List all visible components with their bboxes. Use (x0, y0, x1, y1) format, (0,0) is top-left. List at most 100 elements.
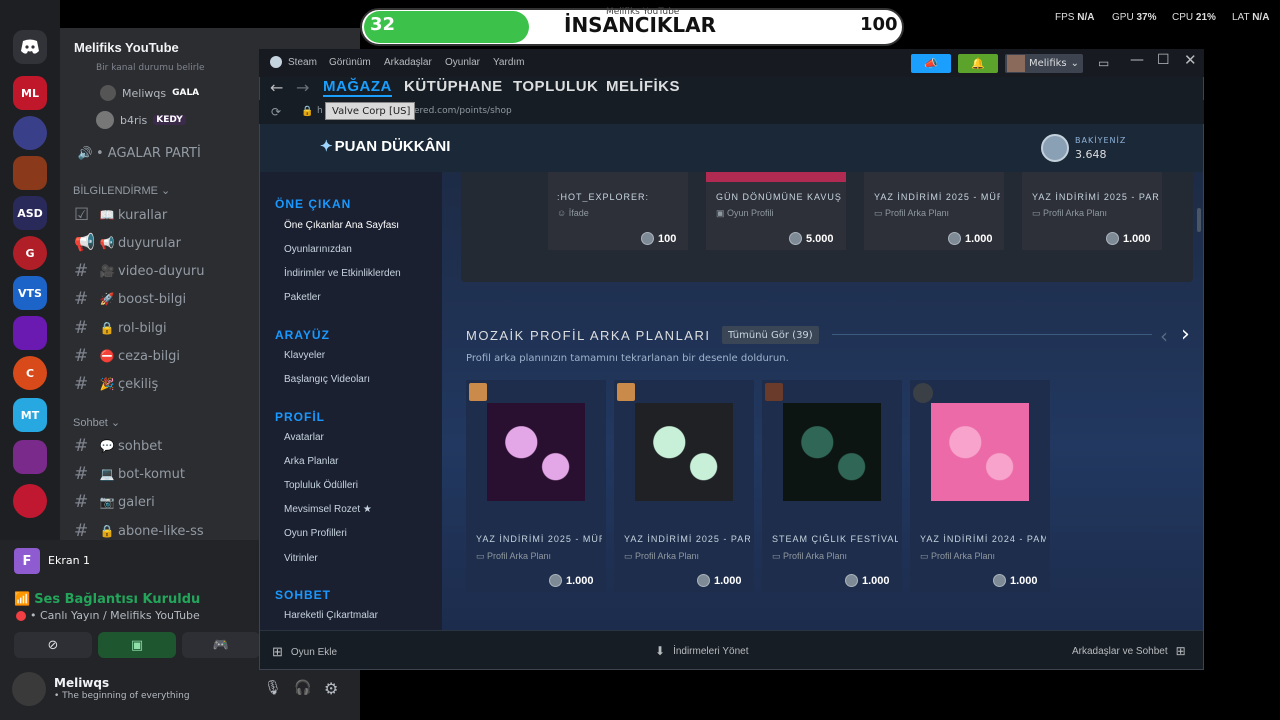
sidebar-item-featured-home[interactable]: Öne Çıkanlar Ana Sayfası (284, 220, 399, 231)
channel-bot-komut[interactable]: # 💻 bot-komut (74, 462, 185, 486)
headphones-icon[interactable]: 🎧 (294, 680, 311, 696)
sidebar-item-seasonal-badge[interactable]: Mevsimsel Rozet ★ (284, 504, 372, 515)
sidebar-item-showcases[interactable]: Vitrinler (284, 553, 318, 564)
server-icon-3[interactable] (13, 156, 47, 190)
channel-duyurular[interactable]: 📢 📢 duyurular (74, 231, 181, 255)
avatar[interactable] (12, 672, 46, 706)
category-bilgilendirme[interactable]: BİLGİLENDİRME ⌄ (73, 184, 170, 197)
carousel-prev-icon[interactable]: ‹ (1160, 324, 1168, 348)
server-icon-11[interactable] (13, 484, 47, 518)
channel-video-duyuru[interactable]: # 🎥 video-duyuru (74, 259, 204, 283)
voice-user-1[interactable]: Meliwqs GALA (100, 85, 199, 101)
microphone-icon[interactable]: 🎙 (264, 680, 282, 696)
scrollbar-thumb[interactable] (1197, 208, 1201, 232)
add-game-button[interactable]: ⊞ Oyun Ekle (272, 644, 337, 660)
section-title: MOZAİK PROFİL ARKA PLANLARI (466, 328, 711, 343)
channel-kurallar[interactable]: ☑ 📖 kurallar (74, 203, 167, 227)
sidebar-item-animated-stickers[interactable]: Hareketli Çıkartmalar (284, 610, 378, 621)
activity-button[interactable]: 🎮 (182, 632, 260, 658)
profile-icon: ▣ (716, 208, 725, 218)
menu-yardim[interactable]: Yardım (493, 57, 525, 68)
sidebar-item-game-profiles[interactable]: Oyun Profilleri (284, 528, 347, 539)
tab-profile[interactable]: MELİFİKS (606, 78, 680, 95)
background-icon: ▭ (920, 551, 929, 561)
menu-steam[interactable]: Steam (288, 57, 317, 68)
voice-user-2[interactable]: b4ris KEDY (96, 111, 186, 129)
channel-sohbet[interactable]: # 💬 sohbet (74, 434, 162, 458)
screen-label[interactable]: Ekran 1 (48, 554, 90, 567)
sidebar-item-sales-events[interactable]: İndirimler ve Etkinliklerden (284, 268, 401, 279)
notifications-button[interactable]: 🔔 (958, 54, 998, 73)
top-item-price: 1.000 (948, 232, 993, 245)
carousel-next-icon[interactable]: › (1181, 322, 1190, 347)
sidebar-item-avatars[interactable]: Avatarlar (284, 432, 324, 443)
menu-gorunum[interactable]: Görünüm (329, 57, 371, 68)
server-icon-vts[interactable]: VTS (13, 276, 47, 310)
speaker-icon: 🔊 (77, 146, 93, 160)
user-badge: GALA (172, 88, 200, 98)
channel-galeri[interactable]: # 📷 galeri (74, 490, 155, 514)
voice-channel-agalar[interactable]: 🔊 • AGALAR PARTİ (74, 141, 201, 165)
tab-magaza[interactable]: MAĞAZA (323, 78, 392, 97)
announcements-button[interactable]: 📣 (911, 54, 951, 73)
discord-home-icon[interactable] (13, 30, 47, 64)
sidebar-item-bundles[interactable]: Paketler (284, 292, 321, 303)
server-icon-mt[interactable]: MT (13, 398, 47, 432)
item-price: 1.000 (697, 574, 742, 587)
maximize-icon[interactable]: ☐ (1157, 52, 1170, 68)
channel-ceza-bilgi[interactable]: # ⛔ ceza-bilgi (74, 344, 180, 368)
server-icon-8[interactable]: C (13, 356, 47, 390)
live-dot-icon (16, 610, 26, 621)
stat-cpu: CPU 21% (1172, 12, 1216, 23)
connection-status[interactable]: 📶 Ses Bağlantısı Kuruldu (14, 592, 200, 607)
no-entry-icon: ⛔ (99, 349, 115, 363)
stop-video-button[interactable]: ⊘ (14, 632, 92, 658)
menu-arkadaslar[interactable]: Arkadaşlar (384, 57, 432, 68)
sidebar-item-backgrounds[interactable]: Arka Planlar (284, 456, 338, 467)
menu-oyunlar[interactable]: Oyunlar (445, 57, 480, 68)
hash-icon: # (74, 261, 89, 281)
item-price: 1.000 (549, 574, 594, 587)
sidebar-item-startup-videos[interactable]: Başlangıç Videoları (284, 374, 370, 385)
channel-cekilis[interactable]: # 🎉 çekiliş (74, 372, 158, 396)
back-arrow-icon[interactable]: ← (270, 78, 283, 97)
reload-icon[interactable]: ⟳ (271, 105, 281, 119)
channel-boost-bilgi[interactable]: # 🚀 boost-bilgi (74, 287, 186, 311)
gear-icon[interactable]: ⚙ (324, 679, 338, 698)
forward-arrow-icon[interactable]: → (296, 78, 309, 97)
sidebar-item-keyboards[interactable]: Klavyeler (284, 350, 325, 361)
close-icon[interactable]: ✕ (1184, 51, 1197, 69)
tab-kutuphane[interactable]: KÜTÜPHANE (404, 78, 503, 95)
voice-status-text: Bir kanal durumu belirle (96, 63, 205, 73)
manage-downloads-button[interactable]: ⬇ İndirmeleri Yönet (655, 644, 748, 658)
item-name: YAZ İNDİRİMİ 2025 - MÜREKKEP (476, 534, 602, 544)
screen-share-button[interactable]: ▣ (98, 632, 176, 658)
avatar (1007, 55, 1025, 72)
shop-title[interactable]: ✦ PUAN DÜKKÂNI (320, 137, 450, 156)
sidebar-item-awards[interactable]: Topluluk Ödülleri (284, 480, 358, 491)
minimize-icon[interactable]: — (1130, 52, 1144, 68)
section-description: Profil arka planınızın tamamını tekrarla… (466, 353, 789, 364)
see-all-button[interactable]: Tümünü Gör (39) (722, 326, 819, 344)
background-icon: ▭ (1032, 208, 1041, 218)
server-icon-10[interactable] (13, 440, 47, 474)
hash-icon: # (74, 436, 89, 456)
speech-icon: 💬 (99, 439, 115, 453)
top-item-type: ▭ Profil Arka Planı (1032, 208, 1108, 218)
server-icon-5[interactable]: G (13, 236, 47, 270)
channel-rol-bilgi[interactable]: # 🔒 rol-bilgi (74, 316, 167, 340)
server-icon-2[interactable] (13, 116, 47, 150)
account-menu[interactable]: Melifiks ⌄ (1005, 54, 1083, 73)
top-item-type: ▣ Oyun Profili (716, 208, 774, 218)
friends-chat-button[interactable]: Arkadaşlar ve Sohbet ⊞ (1072, 644, 1186, 658)
category-sohbet[interactable]: Sohbet ⌄ (73, 416, 120, 429)
server-icon-asd[interactable]: ASD (13, 196, 47, 230)
url-text-start[interactable]: h (317, 106, 323, 116)
game-icon (617, 383, 635, 401)
big-picture-icon[interactable]: ▭ (1098, 56, 1109, 70)
tab-topluluk[interactable]: TOPLULUK (513, 78, 598, 95)
server-icon-melifiks[interactable]: ML (13, 76, 47, 110)
url-text[interactable]: ered.com/points/shop (414, 106, 512, 116)
server-icon-7[interactable] (13, 316, 47, 350)
sidebar-item-from-games[interactable]: Oyunlarınızdan (284, 244, 352, 255)
